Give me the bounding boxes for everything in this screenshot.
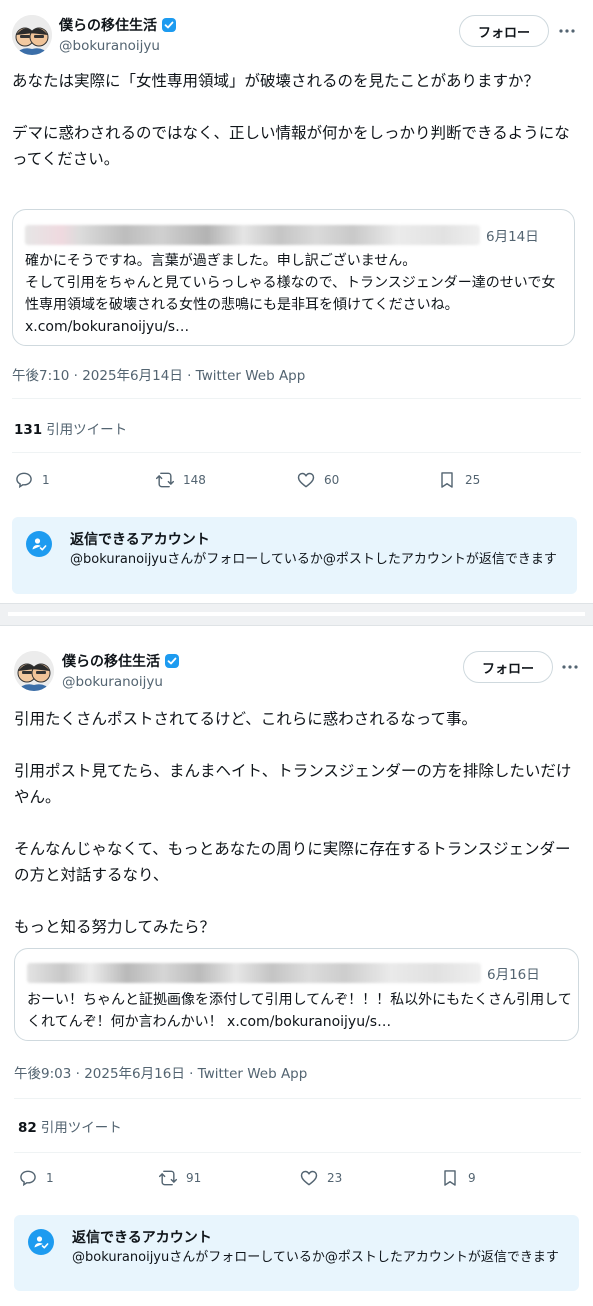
quoted-tweet-text: 確かにそうですね。言葉が過ぎました。申し訳ございません。 そして引用をちゃんと見… [25, 253, 556, 335]
follow-button[interactable]: フォロー [463, 651, 553, 683]
retweet-icon [158, 1170, 178, 1186]
retweet-icon [155, 472, 175, 488]
like-icon [297, 472, 315, 488]
quote-tweets-count: 82 [18, 1120, 37, 1136]
divider [12, 398, 581, 399]
like-count: 60 [324, 473, 340, 487]
bookmark-count: 9 [468, 1171, 476, 1185]
verified-badge-icon [162, 18, 176, 32]
follow-button[interactable]: フォロー [459, 15, 549, 47]
divider [14, 1152, 581, 1153]
redacted-author [25, 225, 480, 245]
bookmark-icon [444, 1170, 456, 1186]
quote-tweets-label: 引用ツイート [40, 1120, 122, 1136]
reply-button[interactable]: 1 [14, 470, 50, 490]
reply-count: 1 [42, 473, 50, 487]
bookmark-button[interactable]: 25 [437, 470, 480, 490]
quote-tweets-label: 引用ツイート [46, 422, 128, 438]
quoted-tweet-header: 6月16日 [27, 962, 540, 984]
retweet-button[interactable]: 148 [155, 470, 206, 490]
quote-tweets-link[interactable]: 82 引用ツイート [18, 1116, 122, 1136]
person-check-icon [28, 1229, 54, 1255]
like-button[interactable]: 60 [296, 470, 339, 490]
quoted-tweet[interactable]: 6月14日 確かにそうですね。言葉が過ぎました。申し訳ございません。 そして引用… [12, 209, 575, 346]
reply-icon [16, 472, 32, 489]
retweet-button[interactable]: 91 [158, 1168, 201, 1188]
like-button[interactable]: 23 [299, 1168, 342, 1188]
reply-button[interactable]: 1 [18, 1168, 54, 1188]
tweet: 僕らの移住生活 @bokuranoijyu フォロー あなたは実際に「女性専用領… [0, 0, 593, 603]
redacted-author [27, 963, 481, 983]
reply-count: 1 [46, 1171, 54, 1185]
quote-tweets-count: 131 [14, 422, 43, 438]
divider [12, 452, 581, 453]
tweet-text: あなたは実際に「女性専用領域」が破壊されるのを見たことがありますか？ デマに惑わ… [12, 72, 570, 168]
reply-restriction-description: @bokuranoijyuさんがフォローしているか@ポストしたアカウントが返信で… [72, 1250, 559, 1265]
more-icon[interactable] [559, 656, 581, 678]
like-count: 23 [327, 1171, 343, 1185]
reply-restriction-title: 返信できるアカウント [70, 532, 210, 548]
bookmark-icon [441, 472, 453, 488]
handle[interactable]: @bokuranoijyu [59, 38, 160, 54]
author-name-row[interactable]: 僕らの移住生活 [59, 15, 177, 35]
tweet-separator [0, 603, 593, 626]
tweet-text: 引用たくさんポストされてるけど、これらに惑わされるなって事。 引用ポスト見てたら… [14, 710, 572, 936]
quoted-tweet-date: 6月14日 [486, 229, 539, 245]
quote-tweets-link[interactable]: 131 引用ツイート [14, 418, 127, 438]
bookmark-count: 25 [465, 473, 481, 487]
quoted-tweet-text: おーい！ちゃんと証拠画像を添付して引用してんぞ！！！私以外にもたくさん引用してく… [27, 992, 572, 1030]
tweet: 僕らの移住生活 @bokuranoijyu フォロー 引用たくさんポストされてる… [0, 626, 593, 1306]
person-check-icon [26, 531, 52, 557]
reply-restriction-notice: 返信できるアカウント @bokuranoijyuさんがフォローしているか@ポスト… [12, 517, 577, 594]
author-name-row[interactable]: 僕らの移住生活 [62, 651, 180, 671]
retweet-count: 148 [183, 473, 206, 487]
quoted-tweet-header: 6月14日 [25, 224, 539, 246]
quoted-tweet-date: 6月16日 [487, 967, 540, 983]
reply-icon [20, 1170, 36, 1187]
like-icon [300, 1170, 318, 1186]
more-icon[interactable] [556, 20, 578, 42]
display-name[interactable]: 僕らの移住生活 [59, 15, 157, 35]
quoted-tweet[interactable]: 6月16日 おーい！ちゃんと証拠画像を添付して引用してんぞ！！！私以外にもたくさ… [14, 948, 579, 1041]
retweet-count: 91 [186, 1171, 202, 1185]
handle[interactable]: @bokuranoijyu [62, 674, 163, 690]
bookmark-button[interactable]: 9 [440, 1168, 476, 1188]
reply-restriction-description: @bokuranoijyuさんがフォローしているか@ポストしたアカウントが返信で… [70, 552, 557, 567]
tweet-timestamp[interactable]: 午後7:10 · 2025年6月14日 · Twitter Web App [12, 364, 305, 384]
avatar[interactable] [12, 15, 52, 55]
display-name[interactable]: 僕らの移住生活 [62, 651, 160, 671]
reply-restriction-notice: 返信できるアカウント @bokuranoijyuさんがフォローしているか@ポスト… [14, 1215, 579, 1291]
reply-restriction-title: 返信できるアカウント [72, 1230, 212, 1246]
verified-badge-icon [165, 654, 179, 668]
divider [14, 1098, 581, 1099]
tweet-timestamp[interactable]: 午後9:03 · 2025年6月16日 · Twitter Web App [14, 1062, 307, 1082]
avatar[interactable] [14, 651, 54, 691]
